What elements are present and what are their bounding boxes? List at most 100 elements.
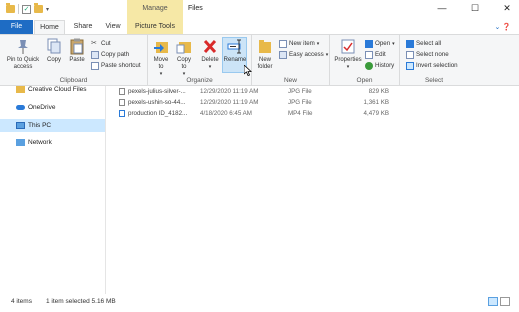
pin-label: Pin to Quick access <box>6 57 40 70</box>
select-group-label: Select <box>424 77 444 84</box>
tab-share[interactable]: Share <box>68 20 98 34</box>
open-label: Open <box>375 40 391 47</box>
copy-to-button[interactable]: Copy to ▾ <box>174 38 194 78</box>
paste-label: Paste <box>69 57 85 63</box>
tab-home[interactable]: Home <box>34 20 65 34</box>
easy-access-label: Easy access <box>289 51 324 58</box>
properties-check-icon[interactable]: ✓ <box>22 4 31 14</box>
nav-item-network[interactable]: Network <box>0 136 105 149</box>
title-bar: ✓ ▾ Manage Files — ☐ ✕ <box>0 0 519 20</box>
file-date: 4/18/2020 6:45 AM <box>200 110 252 117</box>
new-item-icon <box>279 39 287 48</box>
selection-info: 1 item selected 5.16 MB <box>46 298 116 305</box>
dropdown-arrow-icon: ▾ <box>346 64 350 70</box>
paste-shortcut-label: Paste shortcut <box>101 62 141 69</box>
new-item-button[interactable]: New item ▾ <box>279 39 319 48</box>
select-all-icon <box>406 39 414 48</box>
pin-icon <box>15 38 31 55</box>
nav-item-label: Network <box>28 139 52 146</box>
quick-access-toolbar: ✓ ▾ <box>6 3 49 14</box>
file-size: 1,361 KB <box>363 99 389 106</box>
file-type: JPG File <box>288 99 312 106</box>
cut-label: Cut <box>101 40 111 47</box>
file-name: pexels-julius-silver-... <box>128 88 186 95</box>
details-view-icon[interactable] <box>488 297 498 306</box>
paste-shortcut-button[interactable]: Paste shortcut <box>91 61 141 70</box>
dropdown-arrow-icon: ▾ <box>316 40 320 47</box>
history-label: History <box>375 62 395 69</box>
tab-view[interactable]: View <box>99 20 127 34</box>
new-item-label: New item <box>289 40 315 47</box>
jpg-file-icon <box>119 99 125 106</box>
delete-button[interactable]: Delete ▾ <box>199 38 221 71</box>
clipboard-group: Pin to Quick access Copy Paste ✂ Cut Cop… <box>0 35 148 86</box>
ribbon: Pin to Quick access Copy Paste ✂ Cut Cop… <box>0 34 519 86</box>
nav-item-label: Creative Cloud Files <box>28 86 87 93</box>
window-title: Files <box>188 5 203 12</box>
easy-access-button[interactable]: Easy access ▾ <box>279 50 328 59</box>
creative-cloud-icon <box>16 86 25 93</box>
file-row[interactable]: pexels-julius-silver-... 12/29/2020 11:1… <box>116 86 416 97</box>
open-button[interactable]: Open ▾ <box>365 39 395 48</box>
select-none-button[interactable]: Select none <box>406 50 449 59</box>
new-folder-icon[interactable] <box>34 3 43 13</box>
edit-button[interactable]: Edit <box>365 50 386 59</box>
tab-file[interactable]: File <box>0 20 33 34</box>
copy-to-label: Copy to <box>176 57 191 70</box>
customize-toolbar-icon[interactable]: ▾ <box>46 6 49 13</box>
nav-item-onedrive[interactable]: OneDrive <box>0 101 105 114</box>
dropdown-arrow-icon: ▾ <box>208 64 212 70</box>
rename-button[interactable]: Rename <box>223 38 247 64</box>
close-button[interactable]: ✕ <box>497 3 517 14</box>
new-folder-label: New folder <box>257 57 273 70</box>
select-none-label: Select none <box>416 51 449 58</box>
copy-path-button[interactable]: Copy path <box>91 50 129 59</box>
navigation-pane: Creative Cloud Files OneDrive This PC Ne… <box>0 86 106 294</box>
file-row[interactable]: production ID_4182... 4/18/2020 6:45 AM … <box>116 108 416 119</box>
nav-item-this-pc[interactable]: This PC <box>0 119 105 132</box>
edit-label: Edit <box>375 51 386 58</box>
cut-button[interactable]: ✂ Cut <box>91 39 111 48</box>
new-folder-button[interactable]: New folder <box>254 38 276 71</box>
invert-selection-button[interactable]: Invert selection <box>406 61 458 70</box>
file-type: MP4 File <box>288 110 313 117</box>
select-all-button[interactable]: Select all <box>406 39 441 48</box>
move-to-button[interactable]: Move to ▾ <box>151 38 171 78</box>
properties-button[interactable]: Properties ▾ <box>332 38 364 71</box>
jpg-file-icon <box>119 88 125 95</box>
file-type: JPG File <box>288 88 312 95</box>
new-group-label: New <box>283 77 297 84</box>
delete-x-icon <box>202 38 218 55</box>
copy-button[interactable]: Copy <box>44 38 64 64</box>
file-name: pexels-ushin-so-44... <box>128 99 186 106</box>
pin-quick-access-button[interactable]: Pin to Quick access <box>3 38 43 71</box>
open-group: Properties ▾ Open ▾ Edit History Open <box>330 35 400 86</box>
invert-selection-label: Invert selection <box>416 62 458 69</box>
help-icon[interactable]: ⌄ ❓ <box>494 23 511 31</box>
maximize-button[interactable]: ☐ <box>465 3 485 14</box>
file-row[interactable]: pexels-ushin-so-44... 12/29/2020 11:19 A… <box>116 97 416 108</box>
minimize-button[interactable]: — <box>432 3 452 13</box>
nav-item-creative-cloud[interactable]: Creative Cloud Files <box>0 83 105 96</box>
file-list: pexels-julius-silver-... 12/29/2020 11:1… <box>107 86 519 294</box>
folder-icon <box>6 3 15 13</box>
file-size: 4,479 KB <box>363 110 389 117</box>
contextual-tab-group-label: Manage <box>142 5 168 12</box>
move-to-icon <box>153 38 169 55</box>
file-date: 12/29/2020 11:19 AM <box>200 88 259 95</box>
rename-icon <box>227 38 243 55</box>
ribbon-tabs: File Home Share View Picture Tools <box>0 20 519 34</box>
status-bar: 4 items 1 item selected 5.16 MB <box>0 294 519 312</box>
history-button[interactable]: History <box>365 61 394 70</box>
tab-picture-tools[interactable]: Picture Tools <box>127 20 183 34</box>
file-size: 829 KB <box>368 88 389 95</box>
divider <box>18 4 19 14</box>
paste-icon <box>69 38 85 55</box>
properties-icon <box>340 38 356 55</box>
paste-button[interactable]: Paste <box>66 38 88 64</box>
large-icons-view-icon[interactable] <box>500 297 510 306</box>
item-count: 4 items <box>11 298 32 305</box>
onedrive-icon <box>16 105 25 110</box>
copy-label: Copy <box>46 57 61 63</box>
select-none-icon <box>406 50 414 59</box>
